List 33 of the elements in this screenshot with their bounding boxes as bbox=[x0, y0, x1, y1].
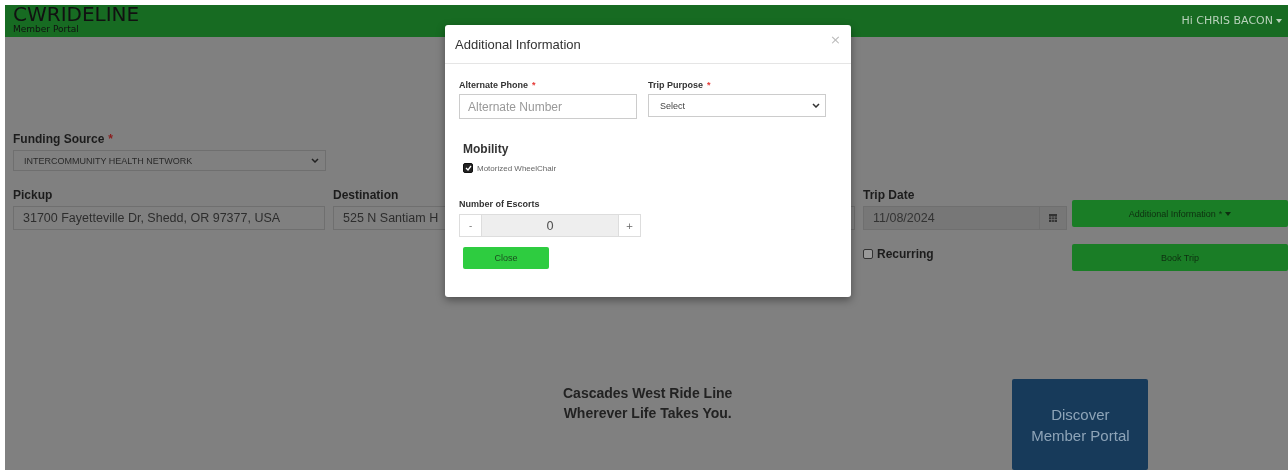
brand-subtitle: Member Portal bbox=[13, 24, 80, 34]
discover-portal-button[interactable]: Discover Member Portal bbox=[1012, 379, 1149, 470]
chevron-down-icon bbox=[311, 158, 319, 163]
field-label: Pickup bbox=[13, 188, 54, 202]
pickup-field[interactable]: 31700 Fayetteville Dr, Shedd, OR 97377, USA bbox=[13, 206, 325, 230]
trip-purpose-select[interactable]: Select bbox=[648, 94, 826, 117]
escorts-value: 0 bbox=[481, 215, 619, 236]
chevron-down-icon bbox=[812, 103, 820, 108]
user-menu[interactable]: Hi CHRIS BACON bbox=[1181, 14, 1282, 27]
close-modal-button[interactable]: Close bbox=[463, 247, 549, 269]
date-field[interactable]: 11/08/2024 bbox=[863, 206, 1067, 230]
tagline: Wherever Life Takes You. bbox=[563, 405, 732, 421]
alternate-phone-field[interactable]: Alternate Number bbox=[459, 94, 637, 119]
field-label: Funding Source * bbox=[13, 132, 114, 146]
book-trip-button[interactable]: Book Trip bbox=[1072, 244, 1288, 271]
checkbox-label: Recurring bbox=[877, 247, 934, 261]
checkbox[interactable] bbox=[463, 163, 473, 173]
checkbox-label: Motorized WheelChair bbox=[477, 163, 557, 173]
field-label: Number of Escorts bbox=[459, 199, 541, 209]
funding-select[interactable]: INTERCOMMUNITY HEALTH NETWORK bbox=[13, 150, 326, 171]
tagline: Cascades West Ride Line bbox=[563, 385, 733, 401]
section-heading: Mobility bbox=[463, 142, 510, 156]
checkbox[interactable] bbox=[863, 249, 873, 259]
caret-icon bbox=[1225, 211, 1232, 216]
brand-name: CWRIDELINE bbox=[13, 5, 140, 24]
caret-icon bbox=[1276, 18, 1282, 23]
additional-information-button[interactable]: Additional Information * bbox=[1072, 200, 1288, 227]
field-label: Trip Date bbox=[863, 188, 916, 202]
field-label: Trip Purpose * bbox=[648, 80, 712, 90]
field-label: Destination bbox=[333, 188, 400, 202]
modal-title: Additional Information bbox=[455, 36, 581, 52]
field-label: Alternate Phone * bbox=[459, 80, 537, 90]
calendar-icon bbox=[1049, 214, 1057, 222]
